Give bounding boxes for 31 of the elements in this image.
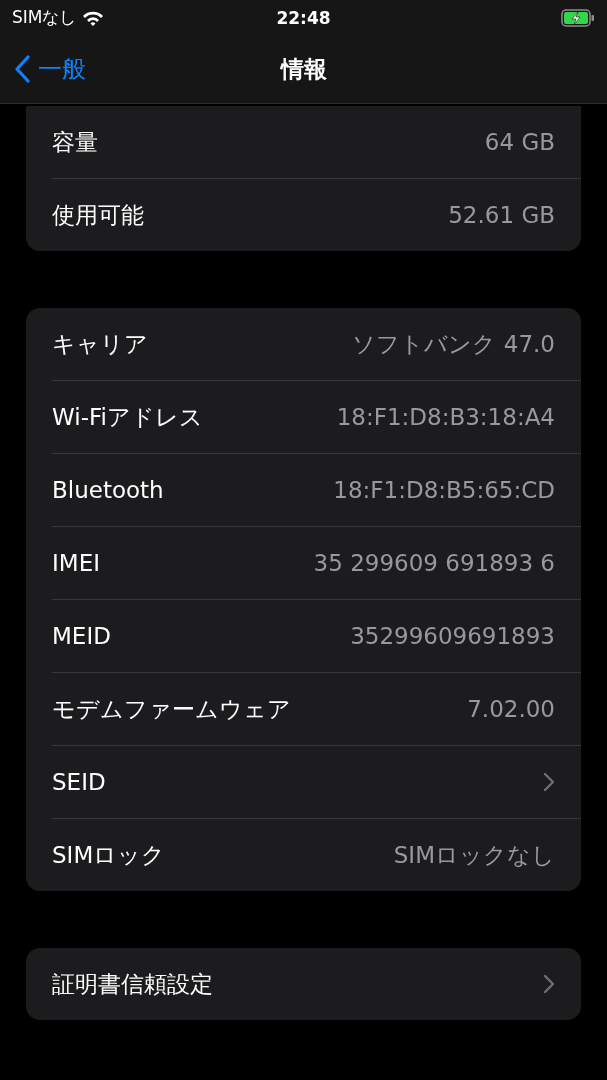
row-label: モデムファームウェア xyxy=(52,694,291,724)
row-label: SIMロック xyxy=(52,840,166,870)
link-row[interactable]: SEID xyxy=(52,745,581,818)
row-value: SIMロックなし xyxy=(393,840,555,870)
battery-charging-icon xyxy=(561,8,595,27)
row-label: 容量 xyxy=(52,127,98,157)
carrier-text: SIMなし xyxy=(12,6,77,29)
row-value: 35 299609 691893 6 xyxy=(313,550,555,576)
link-row[interactable]: 証明書信頼設定 xyxy=(26,948,581,1020)
row-value: ソフトバンク 47.0 xyxy=(352,329,555,359)
row-label: MEID xyxy=(52,623,111,649)
row-label: Wi-Fiアドレス xyxy=(52,402,203,432)
page-title: 情報 xyxy=(280,55,327,82)
row-label: Bluetooth xyxy=(52,477,164,503)
row-label: 使用可能 xyxy=(52,200,144,230)
chevron-right-icon xyxy=(543,974,555,994)
row-label: IMEI xyxy=(52,550,100,576)
row-label: 証明書信頼設定 xyxy=(52,969,213,999)
row-value: 52.61 GB xyxy=(448,202,555,228)
row-value: 35299609691893 xyxy=(350,623,555,649)
row-value: 64 GB xyxy=(484,129,555,155)
row-value: 18:F1:D8:B3:18:A4 xyxy=(336,404,555,430)
row-value: 18:F1:D8:B5:65:CD xyxy=(333,477,555,503)
row-value: 7.02.00 xyxy=(467,696,555,722)
row-label: SEID xyxy=(52,769,106,795)
chevron-right-icon xyxy=(543,772,555,792)
row-label: キャリア xyxy=(52,329,148,359)
back-button[interactable]: 一般 xyxy=(0,53,86,85)
wifi-icon xyxy=(82,9,105,26)
clock-text: 22:48 xyxy=(276,7,331,28)
back-chevron-icon xyxy=(14,55,30,83)
